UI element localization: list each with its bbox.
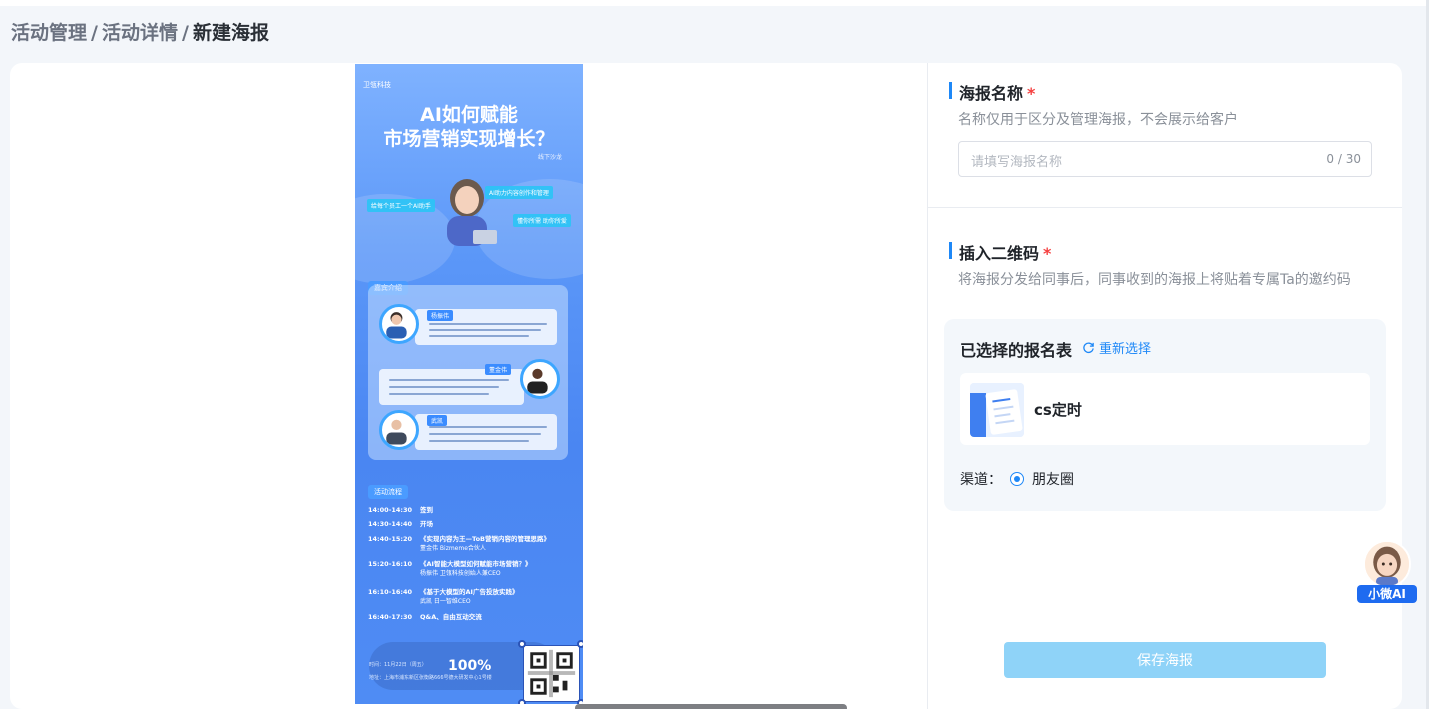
poster-name-hint: 名称仅用于区分及管理海报，不会展示给客户 xyxy=(958,112,1238,128)
section-divider xyxy=(928,207,1402,208)
schedule-row: 16:10-16:40 《基于大模型的AI广告投放实践》 武凯 日一智维CEO xyxy=(368,588,519,605)
poster-name-input[interactable]: 请填写海报名称 0 / 30 xyxy=(958,141,1372,177)
qr-code-hint: 将海报分发给同事后，同事收到的海报上将贴着专属Ta的邀约码 xyxy=(958,272,1351,288)
guest-avatar xyxy=(379,304,419,344)
qr-code-label: 插入二维码 * xyxy=(949,240,1051,264)
poster-brand: 卫瓴科技 xyxy=(363,81,391,89)
poster-info-address: 地址：上海市浦东新区张衡路666号德大研发中心1号楼 xyxy=(369,675,492,681)
guest-avatar xyxy=(520,359,560,399)
poster-canvas[interactable]: 卫瓴科技 AI如何赋能 市场营销实现增长？ 线下沙龙 给每个员工一个AI助手 A… xyxy=(355,64,583,704)
horizontal-scrollbar[interactable] xyxy=(575,704,847,709)
channel-label: 渠道： xyxy=(960,472,1002,488)
ai-assistant-float[interactable]: 小微AI xyxy=(1357,540,1417,604)
guest-avatar xyxy=(379,410,419,450)
poster-name-char-count: 0 / 30 xyxy=(1326,152,1361,166)
poster-tag: AI助力内容创作和管理 xyxy=(485,186,553,199)
breadcrumb-current: 新建海报 xyxy=(192,22,269,44)
guest-name: 武凯 xyxy=(427,415,448,426)
selected-form-card[interactable]: cs定时 xyxy=(960,373,1370,445)
required-mark: * xyxy=(1027,84,1036,103)
form-thumbnail xyxy=(970,383,1024,437)
breadcrumb: 活动管理 / 活动详情 / 新建海报 xyxy=(11,18,269,45)
qr-code-icon xyxy=(527,649,576,698)
selected-form-title: 已选择的报名表 xyxy=(960,341,1073,360)
poster-title-line1: AI如何赋能 xyxy=(420,104,518,126)
poster-preview-area: 卫瓴科技 AI如何赋能 市场营销实现增长？ 线下沙龙 给每个员工一个AI助手 A… xyxy=(10,63,927,709)
channel-option-label: 朋友圈 xyxy=(1032,472,1074,488)
top-bar xyxy=(0,0,1429,6)
schedule-row: 14:30-14:40 开场 xyxy=(368,520,433,528)
schedule-row: 16:40-17:30 Q&A、自由互动交流 xyxy=(368,613,482,621)
poster-tag: 给每个员工一个AI助手 xyxy=(367,199,435,212)
schedule-row: 15:20-16:10 《AI智能大模型如何赋能市场营销？》 杨振伟 卫瓴科技创始人… xyxy=(368,560,532,577)
breadcrumb-separator: / xyxy=(91,22,98,44)
refresh-icon xyxy=(1083,342,1094,354)
schedule-row: 14:40-15:20 《实现内容为王—ToB营销内容的管理思路》 董金伟 Bizm… xyxy=(368,535,550,552)
selected-form-box: 已选择的报名表 重新选择 cs定时 渠道： 朋友圈 xyxy=(944,319,1386,511)
guest-name: 董金伟 xyxy=(485,364,512,375)
poster-info-time: 时间：11月22日（周五） xyxy=(369,662,427,668)
breadcrumb-separator: / xyxy=(181,22,189,44)
editor-card: 卫瓴科技 AI如何赋能 市场营销实现增长？ 线下沙龙 给每个员工一个AI助手 A… xyxy=(10,63,1402,709)
qr-code-placeholder[interactable] xyxy=(518,640,583,704)
poster-settings-form: 海报名称 * 名称仅用于区分及管理海报，不会展示给客户 请填写海报名称 0 / 3… xyxy=(928,63,1402,709)
breadcrumb-item-activity-detail[interactable]: 活动详情 xyxy=(102,22,178,44)
poster-tag: 懂你所需 助你所爱 xyxy=(513,214,571,227)
zoom-level: 100% xyxy=(448,658,492,674)
breadcrumb-item-activity-management[interactable]: 活动管理 xyxy=(11,22,87,44)
poster-section-schedule: 活动流程 xyxy=(368,485,408,499)
channel-row: 渠道： 朋友圈 xyxy=(960,469,1074,489)
reselect-button[interactable]: 重新选择 xyxy=(1082,338,1151,357)
poster-name-placeholder: 请填写海报名称 xyxy=(971,155,1063,170)
schedule-row: 14:00-14:30 签到 xyxy=(368,506,433,514)
save-poster-button[interactable]: 保存海报 xyxy=(1004,642,1326,678)
required-mark: * xyxy=(1043,244,1052,263)
selected-form-name: cs定时 xyxy=(1034,401,1082,419)
reselect-label: 重新选择 xyxy=(1099,342,1152,357)
resize-handle[interactable] xyxy=(518,640,526,648)
guest-name: 杨振伟 xyxy=(427,310,454,321)
channel-radio-moments[interactable] xyxy=(1010,472,1024,486)
poster-title-line2: 市场营销实现增长？ xyxy=(383,128,555,150)
poster-signature: 线下沙龙 xyxy=(538,154,563,161)
ai-assistant-label: 小微AI xyxy=(1357,585,1417,603)
resize-handle[interactable] xyxy=(577,640,583,648)
ai-assistant-avatar xyxy=(1363,540,1411,588)
ai-avatar-illustration xyxy=(447,179,497,246)
poster-name-label: 海报名称 * xyxy=(949,80,1035,104)
resize-handle[interactable] xyxy=(518,699,526,704)
